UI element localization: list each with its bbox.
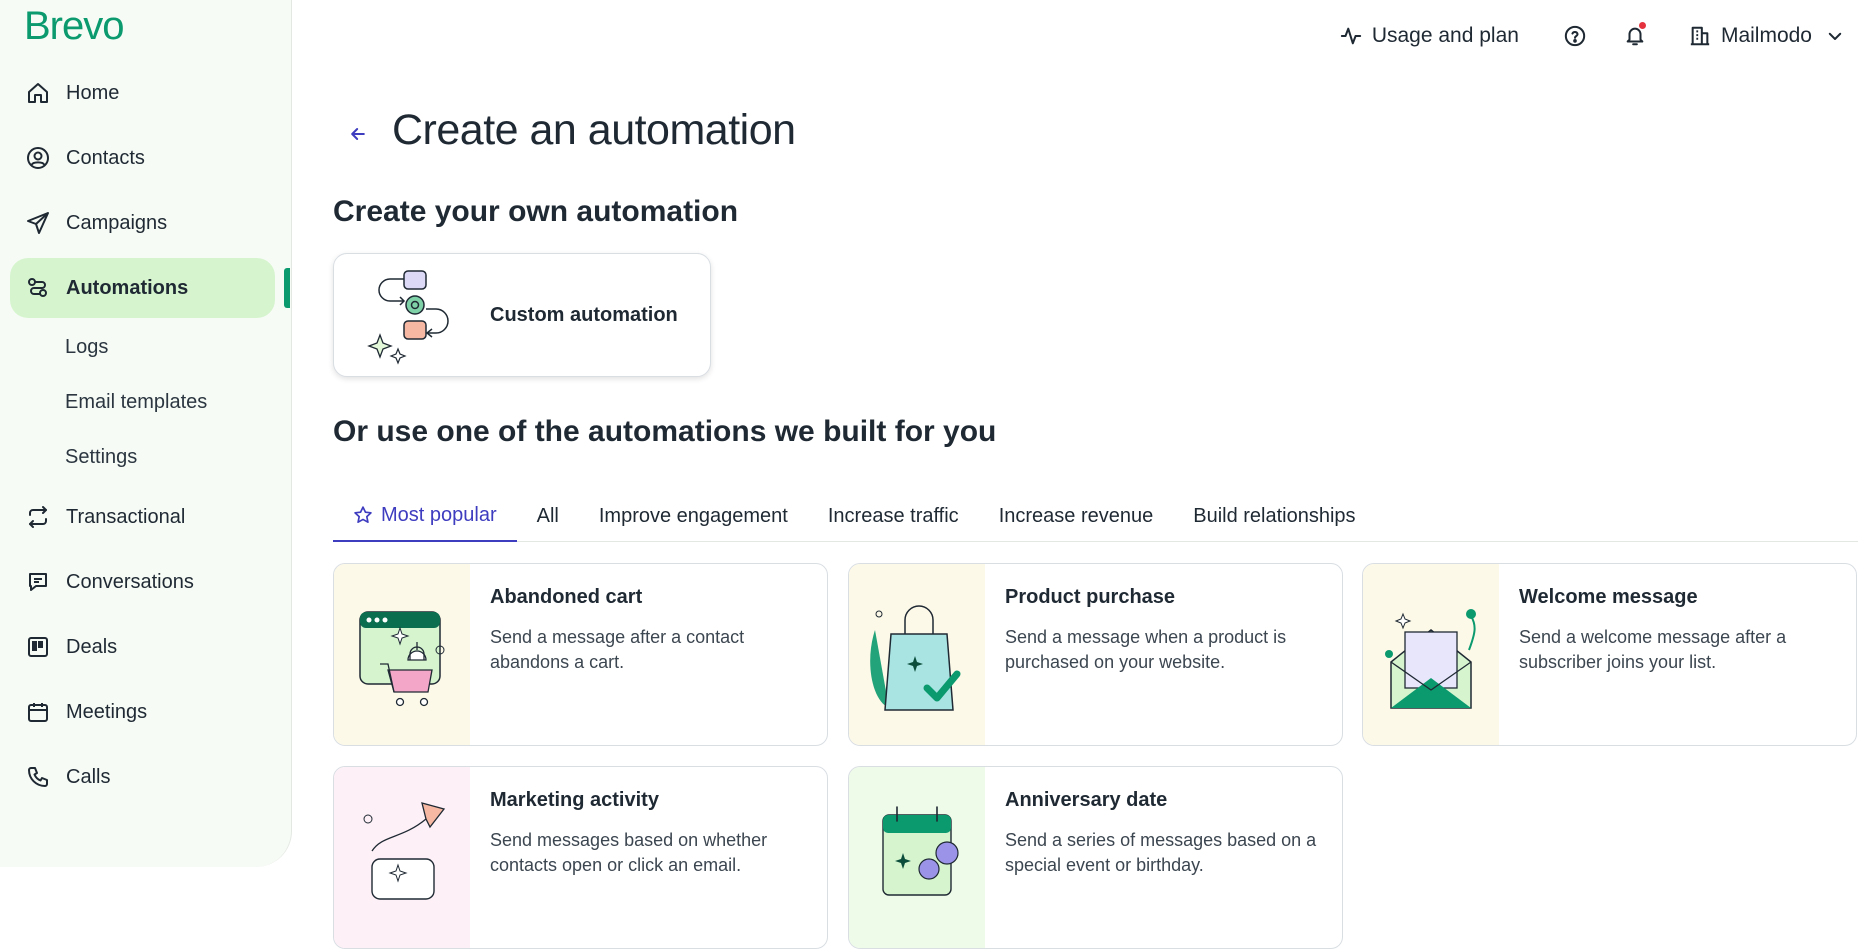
custom-automation-label: Custom automation — [490, 303, 678, 326]
page-title: Create an automation — [392, 106, 796, 154]
sidebar-item-conversations[interactable]: Conversations — [10, 552, 275, 612]
category-tabs: Most popular All Improve engagement Incr… — [333, 490, 1858, 542]
tab-label: Most popular — [381, 503, 497, 526]
automation-icon — [24, 274, 52, 302]
sidebar-item-automations[interactable]: Automations — [10, 258, 275, 318]
sidebar-item-label: Calls — [66, 765, 111, 788]
template-card-marketing-activity[interactable]: Marketing activity Send messages based o… — [333, 766, 828, 949]
tab-label: Increase revenue — [998, 504, 1154, 527]
notification-dot — [1638, 22, 1646, 29]
back-button[interactable] — [342, 118, 374, 150]
help-icon — [1564, 25, 1586, 47]
template-description: Send a message after a contact abandons … — [490, 627, 745, 672]
account-name: Mailmodo — [1720, 24, 1812, 47]
abandoned-cart-illustration — [334, 564, 470, 745]
template-title: Anniversary date — [1005, 789, 1168, 811]
custom-automation-card[interactable]: Custom automation — [333, 253, 711, 377]
arrow-left-icon — [351, 128, 365, 140]
transactional-icon — [24, 503, 52, 531]
tab-label: All — [536, 504, 559, 527]
template-title: Welcome message — [1519, 586, 1698, 608]
prebuilt-automation-heading: Or use one of the automations we built f… — [333, 415, 997, 448]
tab-increase-traffic[interactable]: Increase traffic — [808, 490, 979, 542]
product-purchase-illustration — [849, 564, 985, 745]
chat-icon — [24, 568, 52, 596]
marketing-activity-illustration — [334, 767, 470, 948]
sidebar-item-label: Contacts — [66, 146, 145, 169]
tab-label: Build relationships — [1193, 504, 1356, 527]
contacts-icon — [24, 144, 52, 172]
sidebar-item-contacts[interactable]: Contacts — [10, 128, 275, 188]
tab-build-relationships[interactable]: Build relationships — [1173, 490, 1375, 542]
sidebar-subitem-logs[interactable]: Logs — [65, 336, 108, 359]
activity-icon — [1340, 27, 1362, 45]
tab-increase-revenue[interactable]: Increase revenue — [979, 490, 1174, 542]
sidebar: Brevo Home Contacts Campaigns Automation… — [0, 0, 292, 867]
account-menu-button[interactable]: Mailmodo — [1689, 24, 1844, 48]
sidebar-item-meetings[interactable]: Meetings — [10, 682, 275, 742]
send-icon — [24, 209, 52, 237]
usage-and-plan-button[interactable]: Usage and plan — [1340, 24, 1519, 48]
sidebar-item-label: Conversations — [66, 570, 194, 593]
sidebar-item-label: Deals — [66, 635, 118, 658]
deals-icon — [24, 633, 52, 661]
template-card-welcome-message[interactable]: Welcome message Send a welcome message a… — [1362, 563, 1857, 746]
sidebar-item-campaigns[interactable]: Campaigns — [10, 193, 275, 253]
sidebar-item-label: Home — [66, 81, 120, 104]
calendar-icon — [24, 698, 52, 726]
tab-label: Increase traffic — [827, 504, 959, 527]
top-bar: Usage and plan Mailmodo — [1340, 18, 1844, 54]
custom-automation-illustration — [367, 270, 449, 365]
tab-improve-engagement[interactable]: Improve engagement — [579, 490, 808, 542]
building-icon — [1690, 26, 1710, 46]
template-description: Send messages based on whether contacts … — [490, 830, 768, 875]
active-indicator — [284, 268, 290, 308]
template-description: Send a series of messages based on a spe… — [1005, 830, 1317, 875]
notifications-button[interactable] — [1617, 18, 1653, 54]
star-icon — [354, 506, 372, 523]
sidebar-item-label: Campaigns — [66, 211, 168, 234]
brevo-logo[interactable]: Brevo — [24, 4, 124, 49]
sidebar-item-calls[interactable]: Calls — [10, 747, 275, 807]
sidebar-item-deals[interactable]: Deals — [10, 617, 275, 677]
tab-all[interactable]: All — [517, 490, 579, 542]
template-description: Send a welcome message after a subscribe… — [1519, 627, 1787, 672]
sidebar-subitem-settings[interactable]: Settings — [65, 446, 137, 469]
template-card-anniversary-date[interactable]: Anniversary date Send a series of messag… — [848, 766, 1343, 949]
sidebar-item-label: Transactional — [66, 505, 186, 528]
sidebar-item-home[interactable]: Home — [10, 63, 275, 123]
welcome-message-illustration — [1363, 564, 1499, 745]
tab-most-popular[interactable]: Most popular — [333, 490, 517, 542]
template-title: Marketing activity — [490, 789, 659, 811]
home-icon — [24, 79, 52, 107]
sidebar-item-transactional[interactable]: Transactional — [10, 487, 275, 547]
own-automation-heading: Create your own automation — [333, 195, 739, 228]
sidebar-item-label: Meetings — [66, 700, 148, 723]
chevron-down-icon — [1828, 32, 1842, 40]
sidebar-item-label: Automations — [66, 276, 189, 299]
template-title: Abandoned cart — [490, 586, 643, 608]
help-button[interactable] — [1557, 18, 1593, 54]
usage-and-plan-label: Usage and plan — [1371, 24, 1519, 47]
template-title: Product purchase — [1005, 586, 1176, 608]
tab-label: Improve engagement — [598, 504, 788, 527]
sidebar-subitem-email-templates[interactable]: Email templates — [65, 391, 207, 414]
template-card-abandoned-cart[interactable]: Abandoned cart Send a message after a co… — [333, 563, 828, 746]
phone-icon — [24, 763, 52, 791]
template-description: Send a message when a product is purchas… — [1005, 627, 1287, 672]
template-card-product-purchase[interactable]: Product purchase Send a message when a p… — [848, 563, 1343, 746]
anniversary-date-illustration — [849, 767, 985, 948]
